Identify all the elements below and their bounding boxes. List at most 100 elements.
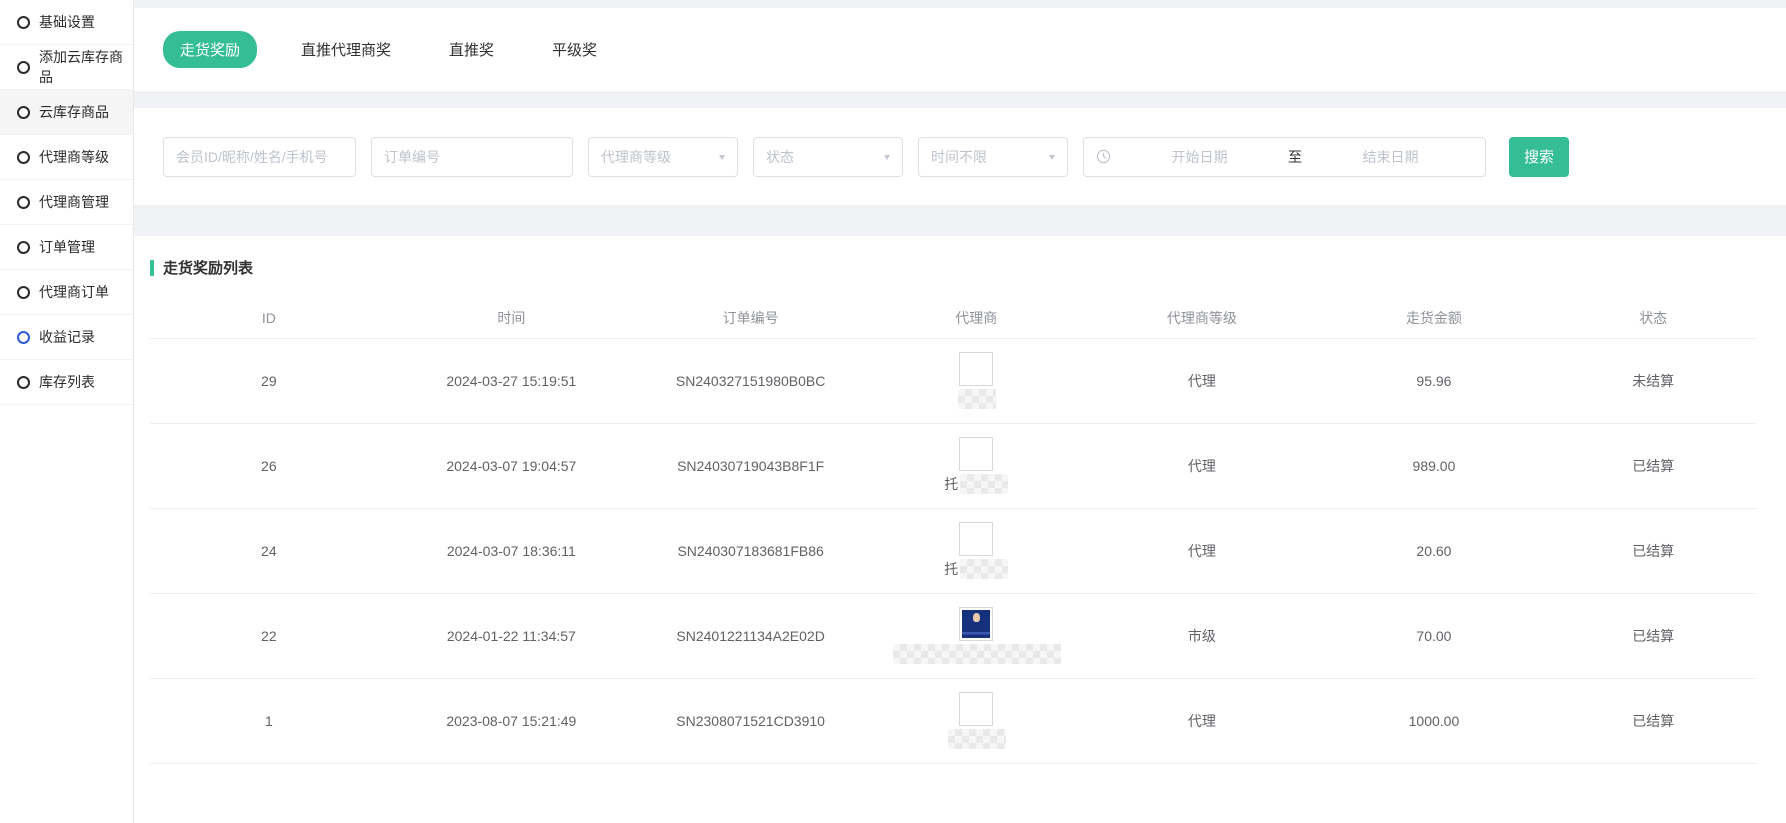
- sidebar-item-label: 添加云库存商品: [39, 47, 133, 87]
- col-header-id: ID: [150, 298, 388, 338]
- spacer: [134, 205, 1786, 236]
- chevron-down-icon: ▾: [719, 151, 725, 162]
- agent-avatar: [959, 437, 993, 471]
- radio-icon: [17, 16, 30, 29]
- agent-avatar: [959, 692, 993, 726]
- chevron-down-icon: ▾: [1049, 151, 1055, 162]
- time-range-select-value: 时间不限: [931, 147, 987, 167]
- order-number-input[interactable]: [371, 137, 573, 177]
- cell-id: 1: [150, 678, 388, 763]
- spacer: [134, 91, 1786, 108]
- tab-direct-reward[interactable]: 直推奖: [435, 31, 508, 68]
- cell-amount: 1000.00: [1318, 678, 1551, 763]
- table-row: 29 2024-03-27 15:19:51 SN240327151980B0B…: [150, 338, 1756, 423]
- sidebar-item-earnings-records[interactable]: 收益记录: [0, 315, 133, 360]
- cell-agent-level: 代理: [1086, 338, 1317, 423]
- radio-icon: [17, 151, 30, 164]
- sidebar-item-add-cloud-stock-product[interactable]: 添加云库存商品: [0, 45, 133, 90]
- radio-icon: [17, 106, 30, 119]
- tab-peer-reward[interactable]: 平级奖: [538, 31, 611, 68]
- cell-time: 2024-01-22 11:34:57: [388, 593, 635, 678]
- radio-icon: [17, 286, 30, 299]
- sidebar-item-label: 库存列表: [39, 372, 95, 392]
- cell-agent: 托: [866, 508, 1086, 593]
- section-title: 走货奖励列表: [150, 257, 1786, 278]
- cell-agent-level: 代理: [1086, 678, 1317, 763]
- member-search-input[interactable]: [163, 137, 356, 177]
- sidebar-item-stock-list[interactable]: 库存列表: [0, 360, 133, 405]
- tab-direct-agent-reward[interactable]: 直推代理商奖: [287, 31, 405, 68]
- col-header-amount: 走货金额: [1318, 298, 1551, 338]
- cell-agent-level: 代理: [1086, 423, 1317, 508]
- cell-status: 已结算: [1550, 678, 1756, 763]
- cell-status: 已结算: [1550, 508, 1756, 593]
- main-content: 走货奖励 直推代理商奖 直推奖 平级奖 代理商等级 ▾ 状态 ▾ 时间不限 ▾ …: [134, 0, 1786, 823]
- redacted-name-mosaic: [958, 389, 996, 409]
- sidebar-item-agent-levels[interactable]: 代理商等级: [0, 135, 133, 180]
- chevron-down-icon: ▾: [884, 151, 890, 162]
- sidebar-item-basic-settings[interactable]: 基础设置: [0, 0, 133, 45]
- cell-time: 2024-03-07 18:36:11: [388, 508, 635, 593]
- radio-icon: [17, 241, 30, 254]
- agent-level-select-value: 代理商等级: [601, 147, 671, 167]
- cell-id: 26: [150, 423, 388, 508]
- cell-order: SN24030719043B8F1F: [635, 423, 866, 508]
- filter-bar: 代理商等级 ▾ 状态 ▾ 时间不限 ▾ 开始日期 至 结束日期 搜索: [134, 108, 1786, 205]
- reward-tabs: 走货奖励 直推代理商奖 直推奖 平级奖: [134, 8, 1786, 91]
- section-title-text: 走货奖励列表: [163, 257, 253, 278]
- cell-time: 2024-03-27 15:19:51: [388, 338, 635, 423]
- redacted-name-mosaic: [960, 474, 1008, 494]
- title-accent-bar: [150, 260, 154, 276]
- sidebar-item-cloud-stock-products[interactable]: 云库存商品: [0, 90, 133, 135]
- cell-time: 2024-03-07 19:04:57: [388, 423, 635, 508]
- sidebar-item-label: 代理商等级: [39, 147, 109, 167]
- status-select[interactable]: 状态 ▾: [753, 137, 903, 177]
- date-range-picker[interactable]: 开始日期 至 结束日期: [1083, 137, 1486, 177]
- cell-amount: 70.00: [1318, 593, 1551, 678]
- end-date-placeholder[interactable]: 结束日期: [1308, 147, 1473, 167]
- cell-id: 24: [150, 508, 388, 593]
- start-date-placeholder[interactable]: 开始日期: [1117, 147, 1282, 167]
- sidebar-item-label: 代理商订单: [39, 282, 109, 302]
- radio-icon: [17, 196, 30, 209]
- col-header-status: 状态: [1550, 298, 1756, 338]
- table-row: 24 2024-03-07 18:36:11 SN240307183681FB8…: [150, 508, 1756, 593]
- redacted-name-mosaic: [948, 729, 1006, 749]
- sidebar-item-agent-management[interactable]: 代理商管理: [0, 180, 133, 225]
- cell-amount: 95.96: [1318, 338, 1551, 423]
- cell-status: 已结算: [1550, 593, 1756, 678]
- sidebar-item-order-management[interactable]: 订单管理: [0, 225, 133, 270]
- sidebar-item-label: 基础设置: [39, 12, 95, 32]
- sidebar-item-label: 订单管理: [39, 237, 95, 257]
- sidebar-item-label: 代理商管理: [39, 192, 109, 212]
- agent-name: 托: [944, 559, 958, 579]
- time-range-select[interactable]: 时间不限 ▾: [918, 137, 1068, 177]
- clock-icon: [1096, 149, 1111, 164]
- reward-table: ID 时间 订单编号 代理商 代理商等级 走货金额 状态 29 2024-03-…: [150, 298, 1756, 764]
- col-header-agent: 代理商: [866, 298, 1086, 338]
- cell-order: SN240307183681FB86: [635, 508, 866, 593]
- cell-agent: [866, 593, 1086, 678]
- radio-icon: [17, 376, 30, 389]
- spacer: [134, 0, 1786, 8]
- cell-agent: [866, 338, 1086, 423]
- cell-status: 已结算: [1550, 423, 1756, 508]
- table-row: 1 2023-08-07 15:21:49 SN2308071521CD3910…: [150, 678, 1756, 763]
- status-select-value: 状态: [766, 147, 794, 167]
- cell-agent-level: 市级: [1086, 593, 1317, 678]
- cell-amount: 20.60: [1318, 508, 1551, 593]
- cell-status: 未结算: [1550, 338, 1756, 423]
- cell-amount: 989.00: [1318, 423, 1551, 508]
- tab-shipping-reward[interactable]: 走货奖励: [163, 31, 257, 68]
- table-row: 26 2024-03-07 19:04:57 SN24030719043B8F1…: [150, 423, 1756, 508]
- radio-icon: [17, 331, 30, 344]
- sidebar-item-agent-orders[interactable]: 代理商订单: [0, 270, 133, 315]
- cell-order: SN240327151980B0BC: [635, 338, 866, 423]
- col-header-agent-level: 代理商等级: [1086, 298, 1317, 338]
- search-button[interactable]: 搜索: [1509, 137, 1569, 177]
- agent-level-select[interactable]: 代理商等级 ▾: [588, 137, 738, 177]
- sidebar-item-label: 云库存商品: [39, 102, 109, 122]
- cell-order: SN2401221134A2E02D: [635, 593, 866, 678]
- cell-agent: [866, 678, 1086, 763]
- reward-list-section: 走货奖励列表 ID 时间 订单编号 代理商 代理商等级 走货金额 状态: [134, 236, 1786, 823]
